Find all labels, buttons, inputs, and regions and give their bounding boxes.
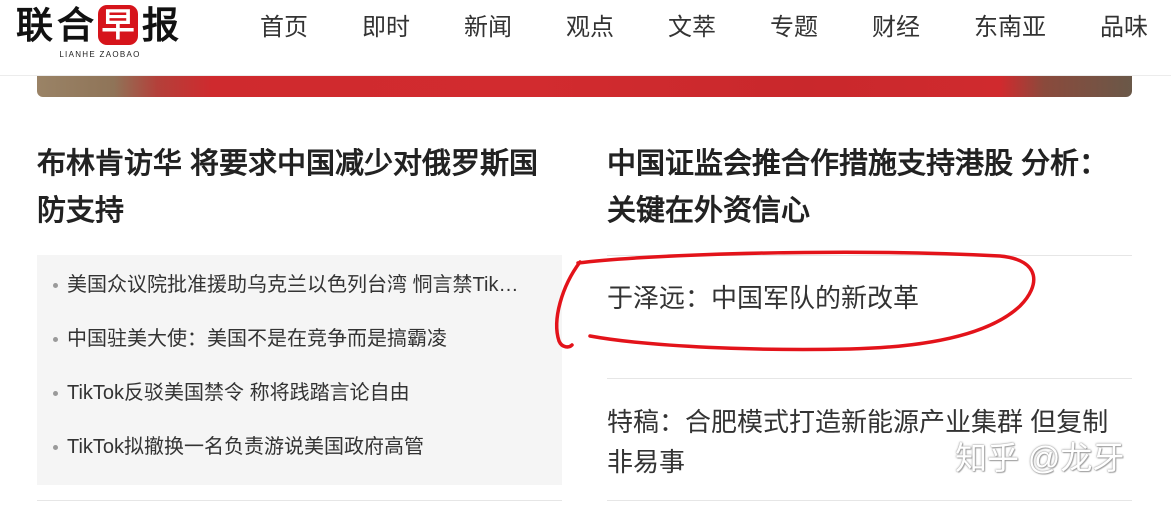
list-item[interactable]: TikTok拟撤换一名负责游说美国政府高管 [37,420,562,474]
left-headline[interactable]: 布林肯访华 将要求中国减少对俄罗斯国防支持 [37,141,562,235]
watermark: 知乎 @龙牙 [955,440,1125,476]
divider [607,378,1132,379]
list-item[interactable]: 美国众议院批准援助乌克兰以色列台湾 恫言禁Tik… [37,258,562,312]
logo-char: 报 [142,3,179,47]
divider [607,255,1132,256]
bullet-dot [53,336,58,342]
nav-item-southeast-asia[interactable]: 东南亚 [974,13,1046,43]
list-item-text: 中国驻美大使：美国不是在竞争而是搞霸凌 [67,328,447,350]
logo-wordmark: 联 合 早 报 [14,4,181,46]
nav-item-finance[interactable]: 财经 [872,13,920,43]
nav-item-realtime[interactable]: 即时 [362,13,410,43]
hero-image[interactable] [37,76,1132,97]
nav-item-special[interactable]: 专题 [770,13,818,43]
bullet-dot [53,390,58,396]
divider [607,500,1132,501]
divider [37,500,562,501]
list-item-text: 美国众议院批准援助乌克兰以色列台湾 恫言禁Tik… [67,274,519,296]
list-item-text: TikTok反驳美国禁令 称将践踏言论自由 [67,382,410,404]
site-header: 联 合 早 报 LIANHE ZAOBAO 首页 即时 新闻 观点 文萃 专题 … [0,0,1171,76]
bullet-dot [53,444,58,450]
logo-subtitle: LIANHE ZAOBAO [59,50,141,59]
nav-item-digest[interactable]: 文萃 [668,13,716,43]
nav-item-lifestyle[interactable]: 品味 [1100,13,1148,43]
story-link-circled[interactable]: 于泽远：中国军队的新改革 [607,278,1132,318]
related-stories-box: 美国众议院批准援助乌克兰以色列台湾 恫言禁Tik… 中国驻美大使：美国不是在竞争… [37,255,562,485]
logo-char: 合 [57,3,94,47]
bullet-dot [53,282,58,288]
nav-item-opinion[interactable]: 观点 [566,13,614,43]
nav-item-home[interactable]: 首页 [260,13,308,43]
list-item-text: TikTok拟撤换一名负责游说美国政府高管 [67,436,425,458]
related-list: 美国众议院批准援助乌克兰以色列台湾 恫言禁Tik… 中国驻美大使：美国不是在竞争… [37,255,562,474]
list-item[interactable]: TikTok反驳美国禁令 称将践踏言论自由 [37,366,562,420]
main-nav: 首页 即时 新闻 观点 文萃 专题 财经 东南亚 品味 [260,13,1148,43]
nav-item-news[interactable]: 新闻 [464,13,512,43]
list-item[interactable]: 中国驻美大使：美国不是在竞争而是搞霸凌 [37,312,562,366]
logo-char-boxed: 早 [98,5,138,45]
site-logo[interactable]: 联 合 早 报 LIANHE ZAOBAO [14,4,186,66]
logo-char: 联 [16,3,53,47]
right-headline[interactable]: 中国证监会推合作措施支持港股 分析：关键在外资信心 [607,141,1132,235]
